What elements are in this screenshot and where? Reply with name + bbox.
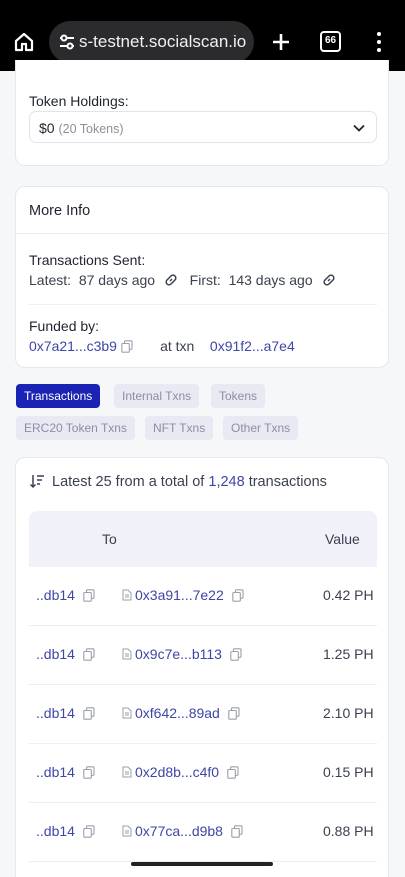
table-row: ..db14 0x3a91...7e22 0.42 PH — [29, 567, 377, 626]
value-cell: 0.88 PH — [323, 823, 374, 839]
token-holdings-card: Token Holdings: $0 (20 Tokens) — [15, 60, 389, 166]
from-address-link[interactable]: ..db14 — [36, 587, 75, 603]
more-vertical-icon[interactable] — [372, 30, 386, 54]
funded-address-link[interactable]: 0x7a21...c3b9 — [29, 338, 117, 354]
copy-icon[interactable] — [227, 766, 239, 779]
from-address-link[interactable]: ..db14 — [36, 705, 75, 721]
transactions-card: Latest 25 from a total of 1,248 transact… — [15, 457, 389, 877]
table-row: ..db14 0x2d8b...c4f0 0.15 PH — [29, 744, 377, 803]
token-holdings-dropdown[interactable]: $0 (20 Tokens) — [29, 111, 377, 143]
token-holdings-value: $0 (20 Tokens) — [39, 120, 124, 136]
to-address-link[interactable]: 0x77ca...d9b8 — [135, 823, 223, 839]
table-header: To Value — [29, 511, 377, 567]
at-txn-label: at txn — [160, 338, 195, 354]
transactions-sent-row: Latest: 87 days ago First: 143 days ago — [29, 272, 336, 288]
address-bar[interactable]: s-testnet.socialscan.io — [49, 21, 254, 63]
contract-icon — [122, 707, 132, 719]
tab-transactions[interactable]: Transactions — [16, 384, 101, 408]
copy-icon[interactable] — [82, 707, 95, 720]
transactions-total: 1,248 — [208, 474, 245, 490]
link-icon[interactable] — [322, 273, 336, 287]
to-address-link[interactable]: 0x3a91...7e22 — [135, 587, 224, 603]
value-cell: 2.10 PH — [323, 705, 374, 721]
tab-tokens[interactable]: Tokens — [211, 384, 266, 408]
copy-icon[interactable] — [231, 825, 243, 838]
copy-icon[interactable] — [82, 589, 95, 602]
to-address-link[interactable]: 0x2d8b...c4f0 — [135, 764, 219, 780]
value-cell: 0.42 PH — [323, 587, 374, 603]
copy-icon[interactable] — [82, 766, 95, 779]
table-row: ..db14 0x77ca...d9b8 0.88 PH — [29, 803, 377, 862]
more-info-title: More Info — [29, 203, 91, 219]
copy-icon[interactable] — [82, 648, 95, 661]
contract-icon — [122, 766, 132, 778]
more-info-card: More Info Transactions Sent: Latest: 87 … — [15, 186, 389, 368]
funded-by-label: Funded by: — [29, 318, 100, 334]
copy-icon[interactable] — [82, 825, 95, 838]
transactions-summary: Latest 25 from a total of 1,248 transact… — [29, 473, 327, 490]
tab-other-txns[interactable]: Other Txns — [223, 416, 299, 440]
value-cell: 1.25 PH — [323, 646, 374, 662]
link-icon[interactable] — [164, 273, 178, 287]
home-icon[interactable] — [12, 30, 36, 54]
table-row: ..db14 0xf642...89ad 2.10 PH — [29, 685, 377, 744]
from-address-link[interactable]: ..db14 — [36, 764, 75, 780]
contract-icon — [122, 589, 132, 601]
column-header-value: Value — [325, 531, 360, 547]
to-address-link[interactable]: 0x9c7e...b113 — [135, 646, 222, 662]
tab-internal-txns[interactable]: Internal Txns — [114, 384, 200, 408]
copy-icon[interactable] — [227, 707, 240, 720]
copy-icon[interactable] — [121, 340, 133, 353]
tune-icon[interactable] — [57, 32, 77, 52]
from-address-link[interactable]: ..db14 — [36, 823, 75, 839]
home-indicator[interactable] — [131, 862, 273, 866]
chevron-down-icon — [353, 124, 365, 132]
value-cell: 0.15 PH — [323, 764, 374, 780]
column-header-to: To — [102, 531, 117, 547]
table-row: ..db14 0x9c7e...b113 1.25 PH — [29, 626, 377, 685]
tab-switcher-icon[interactable]: 66 — [320, 31, 341, 52]
funded-txn-link[interactable]: 0x91f2...a7e4 — [210, 338, 295, 354]
sort-descending-icon — [29, 475, 44, 489]
divider — [29, 304, 377, 305]
copy-icon[interactable] — [229, 648, 242, 661]
transactions-sent-label: Transactions Sent: — [29, 252, 146, 268]
tab-erc20-token-txns[interactable]: ERC20 Token Txns — [16, 416, 135, 440]
copy-icon[interactable] — [231, 589, 244, 602]
tab-nft-txns[interactable]: NFT Txns — [145, 416, 214, 440]
contract-icon — [122, 648, 132, 660]
token-holdings-label: Token Holdings: — [29, 93, 129, 109]
url-text: s-testnet.socialscan.io — [79, 32, 247, 51]
plus-icon[interactable] — [269, 30, 293, 54]
to-address-link[interactable]: 0xf642...89ad — [135, 705, 220, 721]
contract-icon — [122, 825, 132, 837]
funded-by-row: 0x7a21...c3b9 at txn 0x91f2...a7e4 — [29, 338, 295, 354]
divider — [16, 233, 388, 234]
from-address-link[interactable]: ..db14 — [36, 646, 75, 662]
